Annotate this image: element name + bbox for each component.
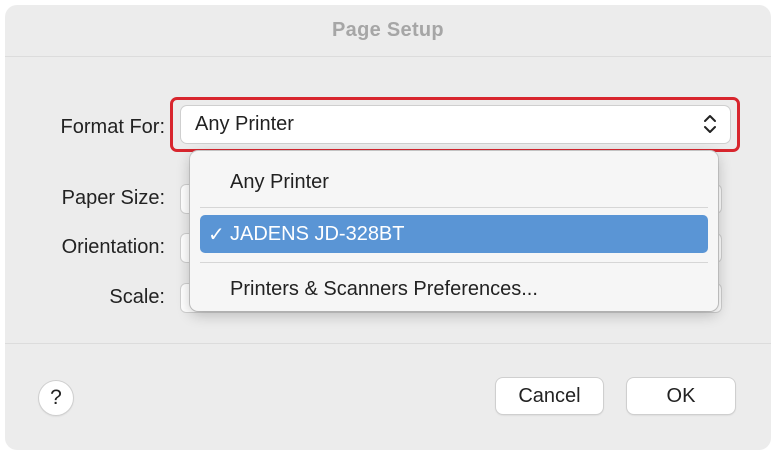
menu-separator <box>200 207 708 208</box>
scale-label: Scale: <box>109 286 165 308</box>
help-button[interactable]: ? <box>39 381 73 415</box>
format-for-label: Format For: <box>60 116 165 138</box>
paper-size-label: Paper Size: <box>61 187 165 209</box>
dialog-title: Page Setup <box>332 19 444 41</box>
cancel-button[interactable]: Cancel <box>496 378 603 414</box>
checkmark-icon: ✓ <box>208 223 225 246</box>
menu-item-jadens-jd-328bt[interactable]: ✓ JADENS JD-328BT <box>200 215 708 253</box>
ok-button[interactable]: OK <box>627 378 735 414</box>
printer-dropdown-menu: Any Printer ✓ JADENS JD-328BT Printers &… <box>190 151 718 311</box>
page-setup-dialog: Page Setup Format For: Paper Size: Orien… <box>5 5 771 450</box>
menu-item-printers-scanners-preferences[interactable]: Printers & Scanners Preferences... <box>190 270 718 308</box>
menu-separator <box>200 262 708 263</box>
title-bar: Page Setup <box>5 5 771 57</box>
menu-item-label: Any Printer <box>230 170 329 193</box>
menu-item-label: Printers & Scanners Preferences... <box>230 277 538 300</box>
footer-divider <box>5 343 771 344</box>
orientation-label: Orientation: <box>61 236 165 258</box>
menu-item-any-printer[interactable]: Any Printer <box>190 163 718 201</box>
menu-item-label: JADENS JD-328BT <box>230 222 405 245</box>
format-for-highlight <box>170 97 740 152</box>
